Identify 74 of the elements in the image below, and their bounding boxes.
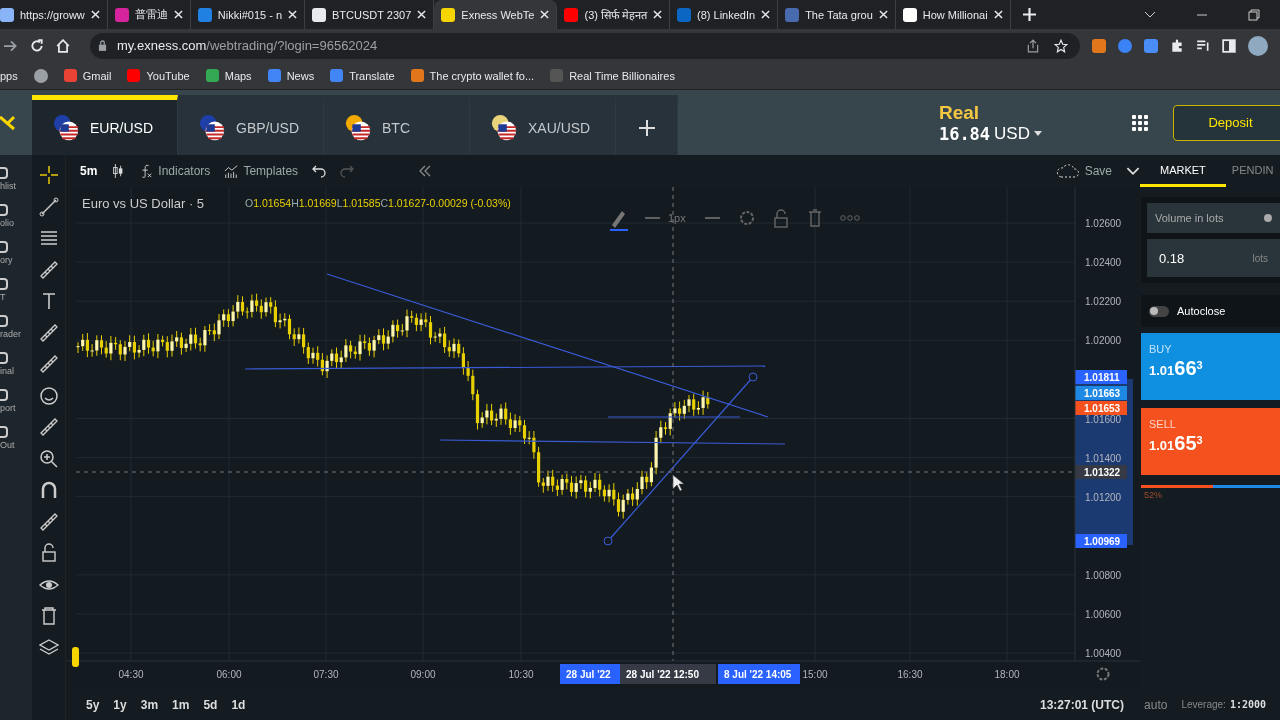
time-badge: 28 Jul '22 bbox=[560, 664, 620, 684]
price-label: 1.02000 bbox=[1085, 335, 1122, 347]
sidebar-label[interactable]: rader bbox=[0, 329, 32, 339]
range-button[interactable]: 1m bbox=[172, 697, 190, 712]
sidebar-label[interactable]: ory bbox=[0, 255, 32, 265]
time-label: 16:30 bbox=[897, 669, 923, 680]
indicators-button[interactable]: Indicators bbox=[139, 164, 211, 178]
price-label: 1.01400 bbox=[1085, 452, 1122, 464]
price-label: 1.00600 bbox=[1085, 609, 1122, 620]
time-label: 09:00 bbox=[410, 669, 436, 680]
account-balance[interactable]: 16.84 USD bbox=[938, 123, 1042, 144]
volume-field[interactable]: 0.18 lots bbox=[1147, 239, 1280, 277]
bookmark[interactable]: The crypto wallet fo... bbox=[410, 69, 535, 82]
sidebar-label[interactable]: T bbox=[0, 292, 32, 302]
line-width-label[interactable]: 1px bbox=[668, 212, 686, 224]
time-label: 10:30 bbox=[508, 669, 534, 680]
leverage-value: 1:2000 bbox=[1229, 699, 1266, 710]
address-bar[interactable]: my.exness.com/webtrading/?login=96562024 bbox=[90, 32, 1080, 59]
bookmark[interactable]: News bbox=[267, 69, 315, 82]
account-type: Real bbox=[938, 101, 981, 124]
price-badge: 1.01322 bbox=[1075, 465, 1127, 479]
sidebar-label[interactable]: hlist bbox=[0, 181, 32, 191]
sidebar-label[interactable]: olio bbox=[0, 218, 32, 228]
time-label: 18:00 bbox=[994, 669, 1020, 680]
sidebar-label[interactable]: port bbox=[0, 403, 32, 413]
instrument-tab[interactable]: XAU/USD bbox=[470, 95, 616, 155]
price-label: 1.02600 bbox=[1085, 218, 1122, 229]
price-badge: 1.00969 bbox=[1075, 534, 1127, 548]
time-label: 15:00 bbox=[802, 669, 828, 680]
instrument-tab[interactable]: EUR/USD bbox=[32, 95, 178, 155]
chart-legend-title: Euro vs US Dollar · 5 bbox=[82, 196, 205, 211]
range-button[interactable]: 1d bbox=[231, 697, 246, 712]
time-label: 06:00 bbox=[216, 669, 242, 680]
range-button[interactable]: 1y bbox=[113, 697, 127, 712]
price-badge: 1.01653 bbox=[1075, 401, 1127, 415]
sidebar-label[interactable]: inal bbox=[0, 366, 32, 376]
bookmark[interactable]: Maps bbox=[205, 69, 252, 82]
auto-scale-button[interactable]: auto bbox=[1144, 697, 1168, 712]
volume-label-field[interactable]: Volume in lots bbox=[1147, 203, 1280, 233]
bookmark[interactable]: Gmail bbox=[63, 69, 112, 82]
bookmark[interactable]: Real Time Billionaires bbox=[550, 69, 675, 82]
price-label: 1.00400 bbox=[1085, 648, 1122, 660]
clock-text: 13:27:01 (UTC) bbox=[1040, 697, 1125, 712]
range-button[interactable]: 5d bbox=[203, 697, 218, 712]
price-badge: 1.01811 bbox=[1075, 370, 1127, 384]
bookmark[interactable]: pps bbox=[0, 69, 18, 82]
time-label: 04:30 bbox=[118, 669, 144, 680]
ohlc-values: O1.01654H1.01669L1.01585C1.01627-0.00029 (-0.03%) bbox=[245, 197, 511, 209]
price-label: 1.02200 bbox=[1085, 296, 1122, 308]
price-label: 1.00800 bbox=[1085, 569, 1122, 581]
instrument-tab[interactable]: BTC bbox=[324, 95, 470, 155]
autoclose-label: Autoclose bbox=[1177, 305, 1226, 317]
save-button[interactable]: Save bbox=[1055, 164, 1112, 178]
price-badge: 1.01663 bbox=[1075, 386, 1127, 400]
price-label: 1.01200 bbox=[1085, 491, 1122, 503]
templates-button[interactable]: Templates bbox=[224, 164, 299, 178]
order-tab[interactable]: MARKET bbox=[1140, 155, 1226, 187]
instrument-tab[interactable]: GBP/USD bbox=[178, 95, 324, 155]
range-button[interactable]: 5y bbox=[86, 697, 100, 712]
browser-tab[interactable]: Exness WebTe bbox=[434, 0, 558, 29]
bookmark[interactable]: Translate bbox=[330, 69, 395, 82]
order-tab[interactable]: PENDIN bbox=[1231, 155, 1274, 187]
time-badge: 28 Jul '22 12:50 bbox=[620, 664, 716, 684]
price-label: 1.02400 bbox=[1085, 257, 1122, 269]
bookmark[interactable]: YouTube bbox=[127, 69, 190, 82]
price-label: 1.01600 bbox=[1085, 413, 1122, 425]
range-button[interactable]: 3m bbox=[140, 697, 159, 712]
interval-button[interactable]: 5m bbox=[80, 164, 98, 178]
time-label: 07:30 bbox=[313, 669, 339, 680]
sentiment-percent: 52% bbox=[1144, 490, 1163, 500]
deposit-button[interactable]: Deposit bbox=[1173, 104, 1280, 141]
time-badge: 8 Jul '22 14:05 bbox=[718, 664, 800, 684]
sidebar-label[interactable]: Out bbox=[0, 440, 32, 450]
leverage-label: Leverage: bbox=[1181, 699, 1226, 710]
